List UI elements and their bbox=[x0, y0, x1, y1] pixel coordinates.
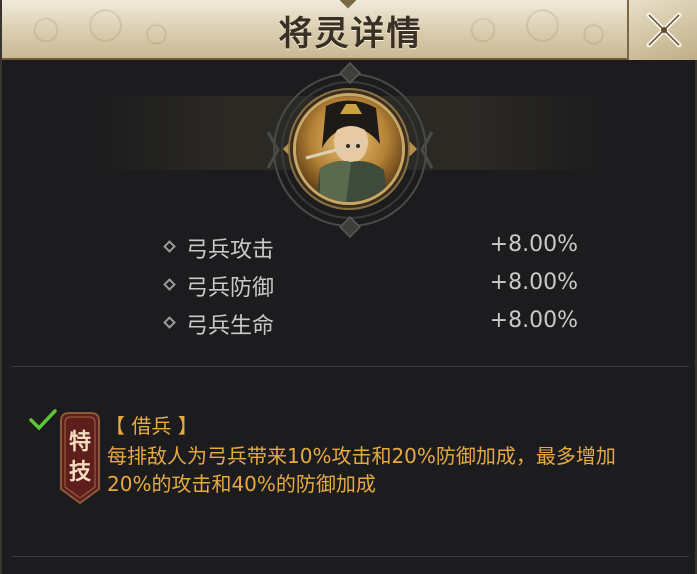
diamond-bullet-icon bbox=[163, 316, 176, 329]
stat-name: 弓兵防御 bbox=[186, 276, 275, 301]
attribute-list: 弓兵攻击 +8.00% 弓兵防御 +8.00% 弓兵生命 +8.00% bbox=[162, 230, 582, 344]
close-button[interactable] bbox=[627, 0, 697, 60]
section-divider bbox=[12, 366, 689, 367]
general-portrait bbox=[293, 93, 405, 205]
stat-value: +8.00% bbox=[489, 308, 578, 333]
badge-bottom-char: 技 bbox=[69, 460, 92, 485]
diamond-bullet-icon bbox=[163, 278, 176, 291]
diamond-bullet-icon bbox=[163, 240, 176, 253]
skill-description: 每排敌人为弓兵带来10%攻击和20%防御加成，最多增加20%的攻击和40%的防御… bbox=[107, 444, 616, 496]
stat-name: 弓兵攻击 bbox=[186, 238, 275, 263]
skill-name: 【 借兵 】 bbox=[105, 414, 198, 438]
general-portrait-icon bbox=[296, 96, 402, 202]
stat-value: +8.00% bbox=[489, 232, 578, 257]
special-skill-badge-icon: 特 技 bbox=[60, 412, 100, 505]
stat-row: 弓兵防御 +8.00% bbox=[162, 268, 582, 306]
general-detail-panel: 将灵详情 弓兵攻击 +8.00% 弓兵防御 +8.00% 弓兵生命 +8.00%… bbox=[0, 0, 697, 574]
section-divider bbox=[12, 556, 689, 557]
stat-row: 弓兵攻击 +8.00% bbox=[162, 230, 582, 268]
badge-top-char: 特 bbox=[69, 429, 91, 455]
close-crossed-swords-icon bbox=[646, 12, 682, 48]
stat-value: +8.00% bbox=[489, 270, 578, 295]
stat-row: 弓兵生命 +8.00% bbox=[162, 306, 582, 344]
check-icon bbox=[28, 408, 58, 432]
panel-title: 将灵详情 bbox=[278, 14, 423, 54]
stat-name: 弓兵生命 bbox=[186, 314, 275, 339]
title-bar: 将灵详情 bbox=[2, 0, 697, 60]
